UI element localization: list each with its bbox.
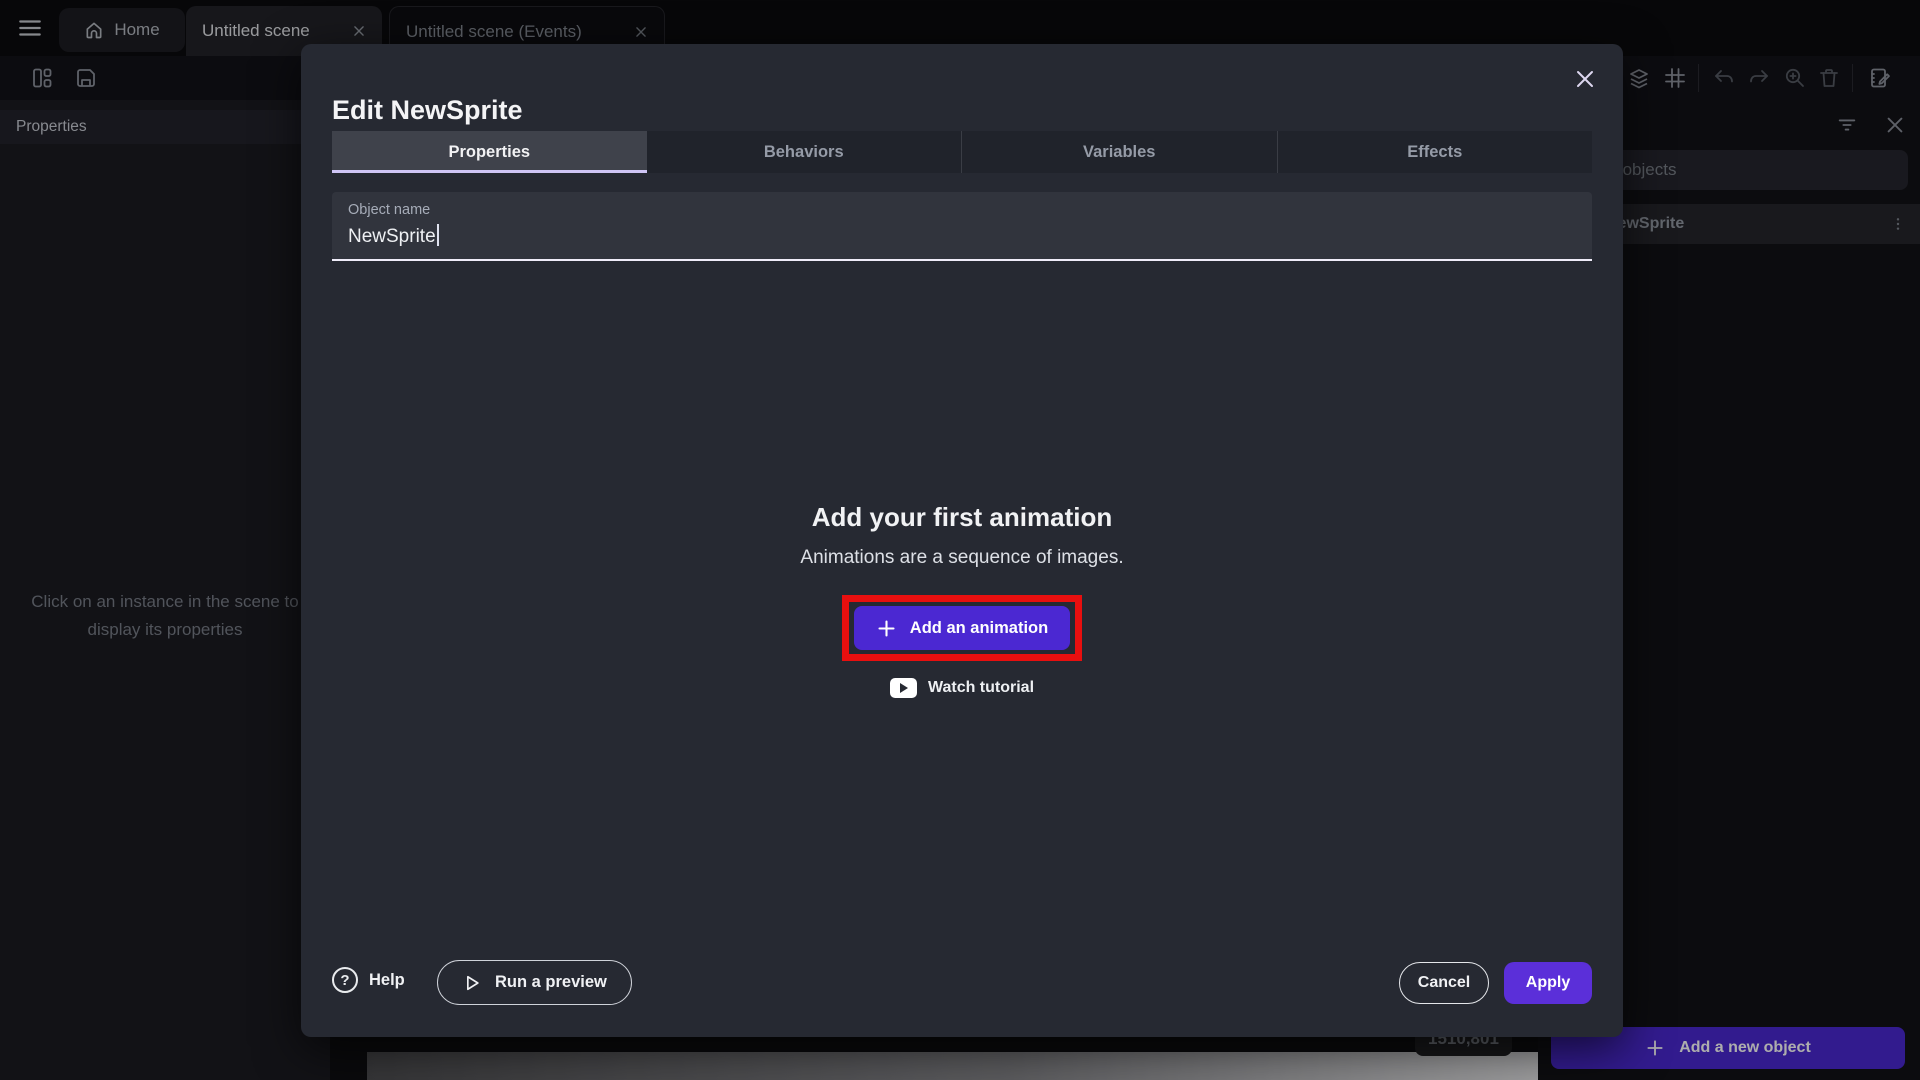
tab-effects[interactable]: Effects [1277, 131, 1593, 173]
tab-variables[interactable]: Variables [961, 131, 1277, 173]
help-label: Help [369, 971, 405, 990]
empty-state-subtitle: Animations are a sequence of images. [301, 547, 1623, 569]
play-icon [462, 973, 482, 993]
object-name-field-value: NewSprite [348, 224, 439, 248]
tab-behaviors[interactable]: Behaviors [647, 131, 962, 173]
run-preview-label: Run a preview [495, 973, 607, 992]
tab-properties[interactable]: Properties [332, 131, 647, 173]
dialog-tabs: Properties Behaviors Variables Effects [332, 131, 1592, 173]
help-button[interactable]: ? Help [332, 967, 405, 993]
cancel-button[interactable]: Cancel [1399, 962, 1489, 1004]
edit-object-dialog: Edit NewSprite Properties Behaviors Vari… [301, 44, 1623, 1037]
dialog-title: Edit NewSprite [332, 95, 523, 126]
object-name-field-label: Object name [348, 202, 430, 218]
object-name-field[interactable]: Object name NewSprite [332, 192, 1592, 261]
red-annotation-box: Add an animation [842, 595, 1082, 661]
run-preview-button[interactable]: Run a preview [437, 960, 632, 1005]
add-animation-label: Add an animation [910, 619, 1048, 638]
add-animation-button[interactable]: Add an animation [854, 606, 1070, 650]
youtube-play-icon [890, 678, 917, 698]
text-caret [437, 224, 439, 246]
empty-state-title: Add your first animation [301, 502, 1623, 533]
watch-tutorial-label: Watch tutorial [928, 679, 1034, 697]
dialog-footer: ? Help Run a preview Cancel Apply [332, 959, 1592, 1005]
close-dialog-icon[interactable] [1573, 67, 1597, 91]
animations-empty-state: Add your first animation Animations are … [301, 502, 1623, 698]
help-icon: ? [332, 967, 358, 993]
apply-button[interactable]: Apply [1504, 962, 1592, 1004]
plus-icon [876, 618, 897, 639]
watch-tutorial-link[interactable]: Watch tutorial [301, 678, 1623, 698]
